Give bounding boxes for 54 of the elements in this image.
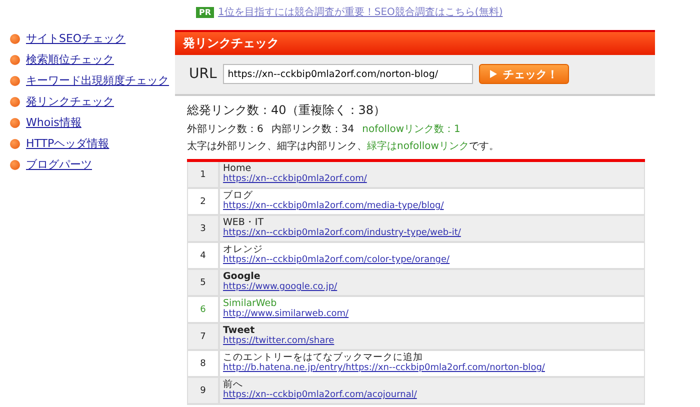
bullet-icon bbox=[10, 160, 20, 170]
bullet-icon bbox=[10, 76, 20, 86]
row-number: 8 bbox=[188, 351, 220, 376]
bullet-icon bbox=[10, 34, 20, 44]
row-number: 1 bbox=[188, 162, 220, 187]
row-number: 3 bbox=[188, 216, 220, 241]
sidebar-link[interactable]: ブログパーツ bbox=[26, 157, 92, 172]
link-url[interactable]: https://xn--cckbip0mla2orf.com/acojournal/ bbox=[223, 390, 417, 401]
link-url[interactable]: http://www.similarweb.com/ bbox=[223, 309, 349, 320]
total-count: 総発リンク数：40（重複除く：38） bbox=[187, 102, 387, 119]
row-number: 5 bbox=[188, 270, 220, 295]
url-label: URL bbox=[189, 66, 217, 82]
panel-title: 発リンクチェック bbox=[175, 30, 655, 55]
row-number: 4 bbox=[188, 243, 220, 268]
sidebar-link[interactable]: Whois情報 bbox=[26, 115, 82, 130]
row-number: 9 bbox=[188, 378, 220, 403]
sidebar-link[interactable]: サイトSEOチェック bbox=[26, 31, 126, 46]
link-url[interactable]: https://xn--cckbip0mla2orf.com/color-type/orange/ bbox=[223, 255, 450, 266]
link-url[interactable]: http://b.hatena.ne.jp/entry/https://xn--cckbip0mla2orf.com/norton-blog/ bbox=[223, 363, 545, 374]
row-number: 2 bbox=[188, 189, 220, 214]
link-url[interactable]: https://twitter.com/share bbox=[223, 336, 334, 347]
link-url[interactable]: https://xn--cckbip0mla2orf.com/media-type/blog/ bbox=[223, 201, 444, 212]
row-number: 6 bbox=[188, 297, 220, 322]
link-title: SimilarWeb bbox=[223, 298, 278, 309]
sidebar-link[interactable]: HTTPヘッダ情報 bbox=[26, 136, 110, 151]
link-title: WEB・IT bbox=[223, 217, 265, 228]
internal-count: 内部リンク数：34 bbox=[271, 122, 354, 136]
bullet-icon bbox=[10, 96, 20, 106]
sidebar-link[interactable]: 検索順位チェック bbox=[26, 52, 114, 67]
link-url[interactable]: https://xn--cckbip0mla2orf.com/industry-type/web-it/ bbox=[223, 228, 461, 239]
promo-link[interactable]: 1位を目指すには競合調査が重要！SEO競合調査はこちら(無料) bbox=[218, 5, 503, 19]
link-title: このエントリーをはてなブックマークに追加 bbox=[223, 352, 424, 363]
url-field[interactable]: https://xn--cckbip0mla2orf.com/norton-blog/ bbox=[222, 64, 473, 84]
row-number: 7 bbox=[188, 324, 220, 349]
link-title: 前へ bbox=[223, 379, 244, 390]
pr-badge: PR bbox=[196, 6, 214, 18]
legend-text: 太字は外部リンク、細字は内部リンク、 bbox=[187, 141, 367, 152]
link-url[interactable]: https://xn--cckbip0mla2orf.com/ bbox=[223, 174, 367, 185]
legend-text: です。 bbox=[468, 141, 499, 152]
bullet-icon bbox=[10, 118, 20, 128]
link-title: Tweet bbox=[223, 325, 256, 336]
link-title: ブログ bbox=[223, 190, 254, 201]
nofollow-count: nofollowリンク数：1 bbox=[362, 123, 460, 136]
sidebar-link[interactable]: 発リンクチェック bbox=[26, 94, 114, 109]
link-title: Home bbox=[223, 163, 252, 174]
sidebar-link[interactable]: キーワード出現頻度チェック bbox=[26, 73, 169, 88]
link-title: オレンジ bbox=[223, 244, 264, 255]
bullet-icon bbox=[10, 138, 20, 148]
legend-text: 緑字はnofollowリンク bbox=[367, 141, 469, 152]
link-title: Google bbox=[223, 271, 262, 282]
external-count: 外部リンク数：6 bbox=[187, 122, 264, 136]
play-icon bbox=[490, 70, 497, 78]
link-url[interactable]: https://www.google.co.jp/ bbox=[223, 282, 338, 293]
bullet-icon bbox=[10, 54, 20, 64]
